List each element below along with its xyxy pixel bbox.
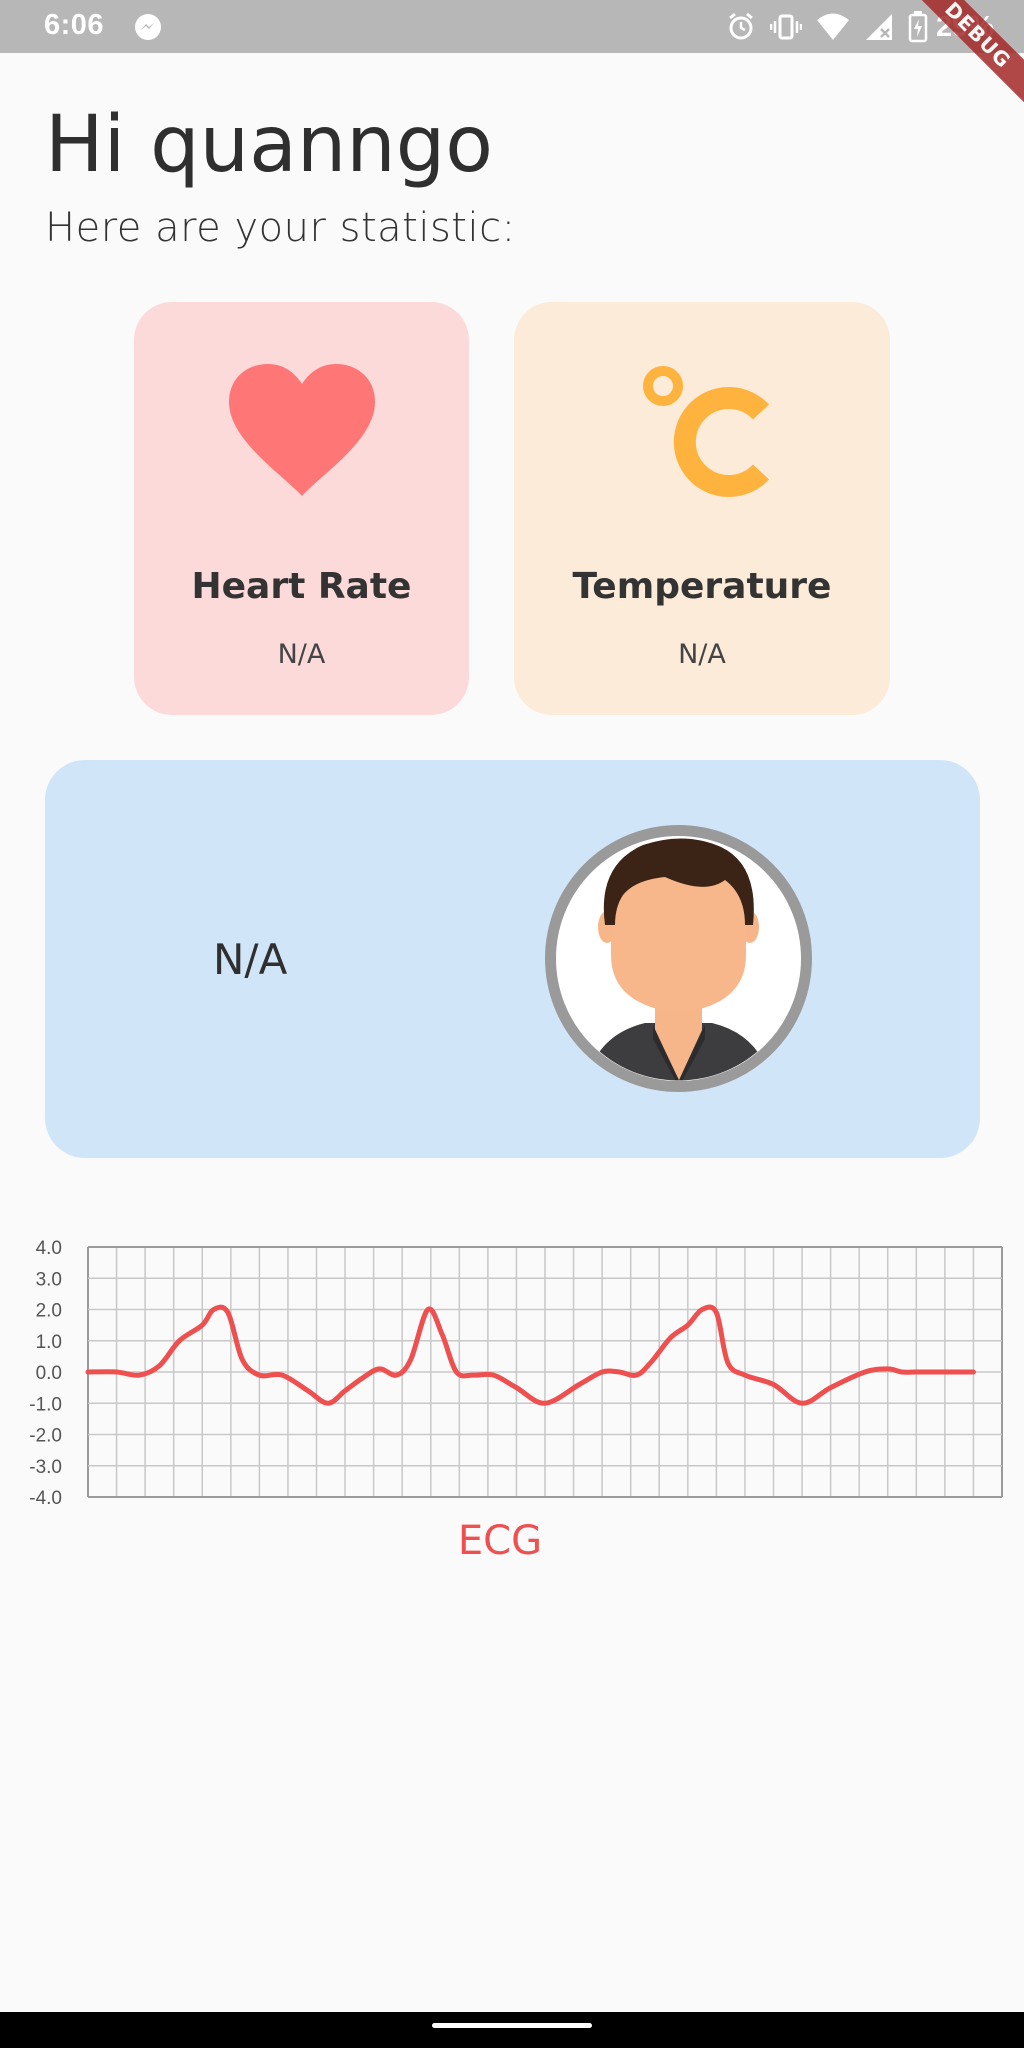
ecg-y-axis: 4.0 3.0 2.0 1.0 0.0 -1.0 -2.0 -3.0 -4.0 [29, 1238, 62, 1509]
battery-charging-icon [908, 11, 928, 43]
ecg-y-tick-label: 3.0 [36, 1269, 62, 1290]
profile-card[interactable]: N/A [45, 760, 980, 1158]
ecg-y-tick-label: -3.0 [29, 1457, 62, 1478]
celsius-icon [514, 362, 890, 512]
greeting-title: Hi quanngo [45, 100, 493, 190]
status-bar: 6:06 29% [0, 0, 1024, 53]
wifi-icon [816, 13, 849, 40]
alarm-icon [729, 12, 753, 40]
messenger-icon [135, 14, 161, 40]
home-indicator[interactable] [432, 2023, 592, 2028]
vibrate-icon [769, 14, 802, 40]
ecg-y-tick-label: 2.0 [36, 1301, 62, 1322]
ecg-chart: 4.0 3.0 2.0 1.0 0.0 -1.0 -2.0 -3.0 -4.0 [29, 1238, 1003, 1509]
ecg-y-tick-label: 0.0 [36, 1363, 62, 1384]
statistics-subtitle: Here are your statistic: [45, 205, 516, 251]
ecg-axis-label: ECG [457, 1518, 543, 1564]
heart-rate-card[interactable]: Heart Rate N/A [134, 302, 469, 715]
avatar-icon [545, 825, 812, 1092]
temperature-card[interactable]: Temperature N/A [514, 302, 890, 715]
signal-icon [865, 14, 892, 40]
ecg-line [85, 1304, 976, 1406]
heart-rate-value: N/A [277, 639, 326, 670]
ecg-y-tick-label: -2.0 [29, 1426, 62, 1447]
temperature-value: N/A [678, 639, 726, 670]
heart-icon [134, 362, 469, 512]
system-nav-bar [0, 2012, 1024, 2048]
temperature-title: Temperature [572, 566, 832, 607]
ecg-y-tick-label: -4.0 [29, 1488, 62, 1509]
heart-rate-title: Heart Rate [191, 566, 412, 607]
ecg-y-tick-label: 4.0 [36, 1238, 62, 1259]
status-time: 6:06 [44, 9, 105, 41]
ecg-y-tick-label: 1.0 [36, 1332, 62, 1353]
profile-value: N/A [213, 935, 288, 984]
ecg-y-tick-label: -1.0 [29, 1394, 62, 1415]
